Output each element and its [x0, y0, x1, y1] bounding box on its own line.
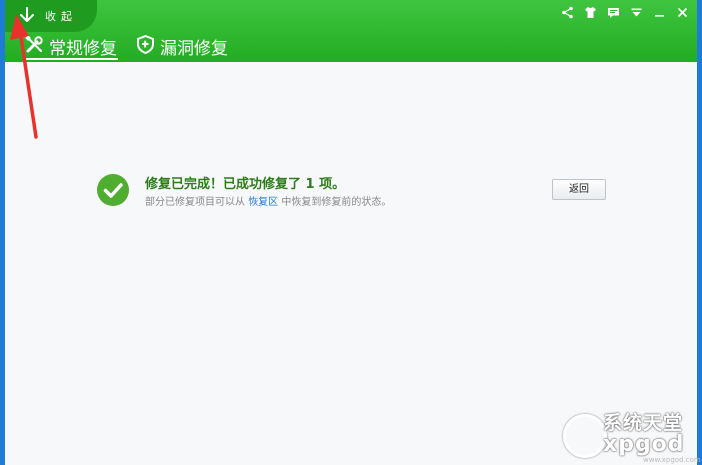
- watermark-line3: www.xpgod.com: [643, 456, 701, 464]
- feedback-icon[interactable]: [607, 6, 620, 19]
- watermark-line1: 系统天堂: [603, 412, 684, 434]
- shield-patch-icon: [137, 35, 154, 54]
- tab-vulnerability-repair-label: 漏洞修复: [160, 39, 228, 59]
- tab-regular-repair-label: 常规修复: [49, 39, 117, 59]
- arrow-down-icon: [20, 7, 34, 22]
- watermark-line2: xpgod: [603, 432, 685, 457]
- app-window: 收起 常规修复 漏洞修复 修复已完成！已成功修复了 1 项。 部分已修复项目可以…: [5, 0, 697, 465]
- share-icon[interactable]: [561, 6, 574, 19]
- tab-vulnerability-repair[interactable]: 漏洞修复: [136, 33, 231, 59]
- tab-regular-repair[interactable]: 常规修复: [25, 33, 119, 60]
- restore-area-link[interactable]: 恢复区: [248, 197, 278, 208]
- main-content: 修复已完成！已成功修复了 1 项。 部分已修复项目可以从 恢复区 中恢复到修复前…: [5, 62, 697, 465]
- close-icon[interactable]: [676, 6, 689, 19]
- watermark: 系统天堂 xpgod www.xpgod.com: [563, 408, 701, 464]
- watermark-logo-icon: [563, 414, 607, 458]
- collapse-label: 收起: [45, 10, 77, 23]
- repair-result-title: 修复已完成！已成功修复了 1 项。: [145, 177, 346, 192]
- window-controls: [561, 6, 689, 20]
- subtitle-suffix: 中恢复到修复前的状态。: [281, 197, 392, 208]
- menu-icon[interactable]: [630, 6, 643, 19]
- repair-result-subtitle: 部分已修复项目可以从 恢复区 中恢复到修复前的状态。: [145, 193, 391, 208]
- collapse-button[interactable]: 收起: [5, 0, 97, 32]
- success-check-icon: [97, 174, 129, 206]
- skin-icon[interactable]: [584, 6, 597, 19]
- subtitle-prefix: 部分已修复项目可以从: [145, 197, 245, 208]
- back-button[interactable]: 返回: [552, 179, 606, 200]
- wrench-screwdriver-icon: [25, 35, 43, 53]
- active-tab-underline: [25, 58, 118, 60]
- title-bar: 收起 常规修复 漏洞修复: [5, 0, 697, 62]
- minimize-icon[interactable]: [653, 6, 666, 19]
